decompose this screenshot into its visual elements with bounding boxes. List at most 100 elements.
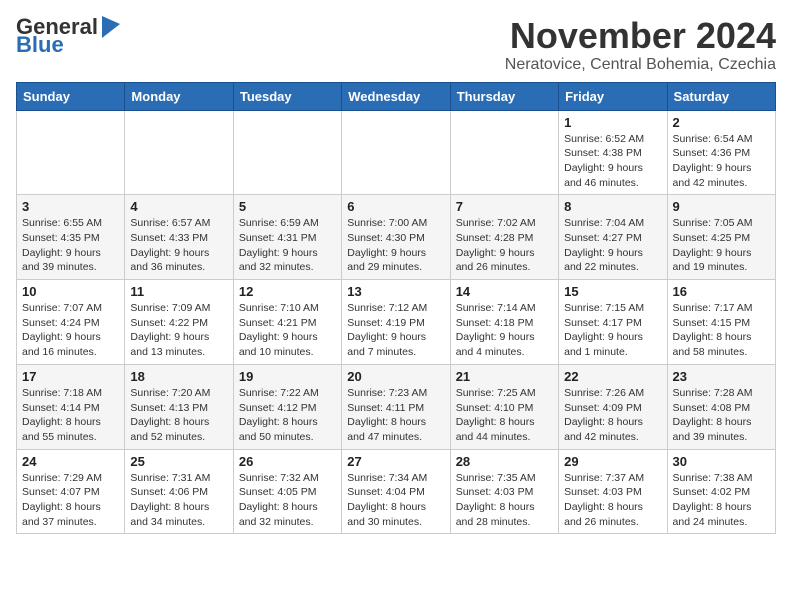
calendar-cell: 23Sunrise: 7:28 AM Sunset: 4:08 PM Dayli… [667, 364, 775, 449]
day-info: Sunrise: 7:26 AM Sunset: 4:09 PM Dayligh… [564, 386, 661, 445]
day-info: Sunrise: 7:17 AM Sunset: 4:15 PM Dayligh… [673, 301, 770, 360]
weekday-header-wednesday: Wednesday [342, 82, 450, 110]
day-number: 6 [347, 199, 444, 214]
calendar-cell: 7Sunrise: 7:02 AM Sunset: 4:28 PM Daylig… [450, 195, 558, 280]
day-number: 24 [22, 454, 119, 469]
day-number: 3 [22, 199, 119, 214]
calendar-cell [233, 110, 341, 195]
location-title: Neratovice, Central Bohemia, Czechia [505, 56, 776, 74]
day-number: 29 [564, 454, 661, 469]
week-row-4: 17 Sunrise: 7:18 AM Sunset: 4:14 PM Dayli… [17, 364, 776, 449]
day-number: 7 [456, 199, 553, 214]
calendar-cell [450, 110, 558, 195]
day-info: Sunrise: 7:12 AM Sunset: 4:19 PM Dayligh… [347, 301, 444, 360]
weekday-header-thursday: Thursday [450, 82, 558, 110]
day-number: 18 [130, 369, 227, 384]
calendar-cell: 26Sunrise: 7:32 AM Sunset: 4:05 PM Dayli… [233, 449, 341, 534]
calendar-cell: 14 Sunrise: 7:14 AM Sunset: 4:18 PM Dayli… [450, 280, 558, 365]
calendar-cell: 3 Sunrise: 6:55 AM Sunset: 4:35 PM Daylig… [17, 195, 125, 280]
day-number: 15 [564, 284, 661, 299]
calendar-cell: 29 Sunrise: 7:37 AM Sunset: 4:03 PM Dayli… [559, 449, 667, 534]
calendar-cell: 5 Sunrise: 6:59 AM Sunset: 4:31 PM Daylig… [233, 195, 341, 280]
calendar-cell: 10 Sunrise: 7:07 AM Sunset: 4:24 PM Dayli… [17, 280, 125, 365]
day-number: 25 [130, 454, 227, 469]
day-info: Sunrise: 7:18 AM Sunset: 4:14 PM Dayligh… [22, 386, 119, 445]
day-number: 8 [564, 199, 661, 214]
weekday-header-monday: Monday [125, 82, 233, 110]
day-info: Sunrise: 7:22 AM Sunset: 4:12 PM Dayligh… [239, 386, 336, 445]
day-info: Sunrise: 7:34 AM Sunset: 4:04 PM Dayligh… [347, 471, 444, 530]
day-info: Sunrise: 7:38 AM Sunset: 4:02 PM Dayligh… [673, 471, 770, 530]
calendar-cell: 20 Sunrise: 7:23 AM Sunset: 4:11 PM Dayli… [342, 364, 450, 449]
weekday-header-tuesday: Tuesday [233, 82, 341, 110]
day-number: 5 [239, 199, 336, 214]
day-number: 14 [456, 284, 553, 299]
calendar-cell: 18 Sunrise: 7:20 AM Sunset: 4:13 PM Dayli… [125, 364, 233, 449]
day-info: Sunrise: 7:15 AM Sunset: 4:17 PM Dayligh… [564, 301, 661, 360]
calendar-cell: 25 Sunrise: 7:31 AM Sunset: 4:06 PM Dayli… [125, 449, 233, 534]
calendar-cell: 4 Sunrise: 6:57 AM Sunset: 4:33 PM Daylig… [125, 195, 233, 280]
day-info: Sunrise: 7:37 AM Sunset: 4:03 PM Dayligh… [564, 471, 661, 530]
calendar-cell: 22 Sunrise: 7:26 AM Sunset: 4:09 PM Dayli… [559, 364, 667, 449]
day-number: 4 [130, 199, 227, 214]
day-number: 9 [673, 199, 770, 214]
weekday-header-sunday: Sunday [17, 82, 125, 110]
day-info: Sunrise: 7:29 AM Sunset: 4:07 PM Dayligh… [22, 471, 119, 530]
day-info: Sunrise: 6:55 AM Sunset: 4:35 PM Dayligh… [22, 216, 119, 275]
day-info: Sunrise: 7:04 AM Sunset: 4:27 PM Dayligh… [564, 216, 661, 275]
calendar-cell: 28 Sunrise: 7:35 AM Sunset: 4:03 PM Dayli… [450, 449, 558, 534]
day-number: 17 [22, 369, 119, 384]
day-number: 11 [130, 284, 227, 299]
calendar-cell: 2Sunrise: 6:54 AM Sunset: 4:36 PM Daylig… [667, 110, 775, 195]
calendar-cell: 13 Sunrise: 7:12 AM Sunset: 4:19 PM Dayli… [342, 280, 450, 365]
day-info: Sunrise: 7:35 AM Sunset: 4:03 PM Dayligh… [456, 471, 553, 530]
weekday-header-row: SundayMondayTuesdayWednesdayThursdayFrid… [17, 82, 776, 110]
header: General Blue November 2024 Neratovice, C… [16, 16, 776, 74]
day-info: Sunrise: 7:31 AM Sunset: 4:06 PM Dayligh… [130, 471, 227, 530]
calendar-cell: 1 Sunrise: 6:52 AM Sunset: 4:38 PM Daylig… [559, 110, 667, 195]
day-info: Sunrise: 7:10 AM Sunset: 4:21 PM Dayligh… [239, 301, 336, 360]
day-number: 13 [347, 284, 444, 299]
day-info: Sunrise: 7:23 AM Sunset: 4:11 PM Dayligh… [347, 386, 444, 445]
day-info: Sunrise: 7:14 AM Sunset: 4:18 PM Dayligh… [456, 301, 553, 360]
day-number: 27 [347, 454, 444, 469]
day-number: 10 [22, 284, 119, 299]
day-number: 19 [239, 369, 336, 384]
calendar-cell: 9Sunrise: 7:05 AM Sunset: 4:25 PM Daylig… [667, 195, 775, 280]
week-row-5: 24 Sunrise: 7:29 AM Sunset: 4:07 PM Dayli… [17, 449, 776, 534]
day-number: 21 [456, 369, 553, 384]
day-number: 30 [673, 454, 770, 469]
calendar-cell: 27 Sunrise: 7:34 AM Sunset: 4:04 PM Dayli… [342, 449, 450, 534]
calendar-cell: 24 Sunrise: 7:29 AM Sunset: 4:07 PM Dayli… [17, 449, 125, 534]
calendar-cell: 17 Sunrise: 7:18 AM Sunset: 4:14 PM Dayli… [17, 364, 125, 449]
day-number: 28 [456, 454, 553, 469]
calendar-cell [17, 110, 125, 195]
day-number: 16 [673, 284, 770, 299]
day-number: 22 [564, 369, 661, 384]
day-info: Sunrise: 7:00 AM Sunset: 4:30 PM Dayligh… [347, 216, 444, 275]
calendar-cell: 19 Sunrise: 7:22 AM Sunset: 4:12 PM Dayli… [233, 364, 341, 449]
day-number: 1 [564, 115, 661, 130]
calendar-table: SundayMondayTuesdayWednesdayThursdayFrid… [16, 82, 776, 535]
day-info: Sunrise: 6:52 AM Sunset: 4:38 PM Dayligh… [564, 132, 661, 191]
day-info: Sunrise: 7:07 AM Sunset: 4:24 PM Dayligh… [22, 301, 119, 360]
day-info: Sunrise: 7:28 AM Sunset: 4:08 PM Dayligh… [673, 386, 770, 445]
day-info: Sunrise: 7:20 AM Sunset: 4:13 PM Dayligh… [130, 386, 227, 445]
logo-icon [102, 16, 120, 38]
day-number: 20 [347, 369, 444, 384]
week-row-3: 10 Sunrise: 7:07 AM Sunset: 4:24 PM Dayli… [17, 280, 776, 365]
day-info: Sunrise: 6:59 AM Sunset: 4:31 PM Dayligh… [239, 216, 336, 275]
calendar-cell [125, 110, 233, 195]
day-info: Sunrise: 6:57 AM Sunset: 4:33 PM Dayligh… [130, 216, 227, 275]
day-info: Sunrise: 6:54 AM Sunset: 4:36 PM Dayligh… [673, 132, 770, 191]
day-info: Sunrise: 7:25 AM Sunset: 4:10 PM Dayligh… [456, 386, 553, 445]
logo-blue-text: Blue [16, 34, 64, 56]
week-row-1: 1 Sunrise: 6:52 AM Sunset: 4:38 PM Daylig… [17, 110, 776, 195]
week-row-2: 3 Sunrise: 6:55 AM Sunset: 4:35 PM Daylig… [17, 195, 776, 280]
calendar-cell: 21 Sunrise: 7:25 AM Sunset: 4:10 PM Dayli… [450, 364, 558, 449]
calendar-cell: 11Sunrise: 7:09 AM Sunset: 4:22 PM Dayli… [125, 280, 233, 365]
weekday-header-saturday: Saturday [667, 82, 775, 110]
calendar-cell: 6 Sunrise: 7:00 AM Sunset: 4:30 PM Daylig… [342, 195, 450, 280]
weekday-header-friday: Friday [559, 82, 667, 110]
logo: General Blue [16, 16, 120, 56]
